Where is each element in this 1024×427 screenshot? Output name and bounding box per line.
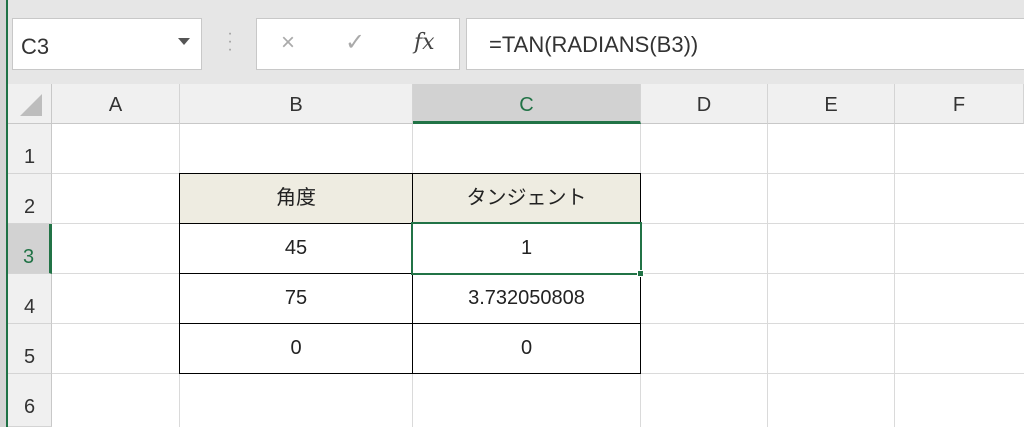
row-header-2[interactable]: 2 xyxy=(8,174,52,224)
active-cell-selection xyxy=(411,222,642,275)
formula-input[interactable]: =TAN(RADIANS(B3)) xyxy=(466,18,1024,70)
insert-function-icon[interactable]: fx xyxy=(414,28,435,58)
cell-b2[interactable]: 角度 xyxy=(180,174,412,223)
formula-text: =TAN(RADIANS(B3)) xyxy=(489,32,699,57)
column-header-b[interactable]: B xyxy=(180,84,413,124)
row-header-1[interactable]: 1 xyxy=(8,124,52,174)
table-border xyxy=(179,173,641,174)
table-border xyxy=(179,373,641,374)
cell-c2[interactable]: タンジェント xyxy=(413,174,640,223)
cancel-icon[interactable]: × xyxy=(281,28,295,58)
cell-b5[interactable]: 0 xyxy=(180,324,412,373)
cell-c4[interactable]: 3.732050808 xyxy=(413,274,640,323)
column-header-f[interactable]: F xyxy=(895,84,1024,124)
drag-handle-icon[interactable]: · · · xyxy=(225,26,235,60)
worksheet-grid[interactable]: A B C D E F 1 2 3 4 5 6 角度 タンジェント 45 1 7… xyxy=(8,84,1024,427)
column-header-a[interactable]: A xyxy=(52,84,180,124)
column-header-c[interactable]: C xyxy=(413,84,641,124)
name-box[interactable]: C3 xyxy=(12,18,202,70)
table-border xyxy=(179,323,641,324)
name-box-value: C3 xyxy=(21,34,50,59)
cell-c5[interactable]: 0 xyxy=(413,324,640,373)
row-header-6[interactable]: 6 xyxy=(8,374,52,427)
cell-b4[interactable]: 75 xyxy=(180,274,412,323)
column-header-d[interactable]: D xyxy=(641,84,768,124)
row-header-4[interactable]: 4 xyxy=(8,274,52,324)
cell-b3[interactable]: 45 xyxy=(180,224,412,273)
row-header-5[interactable]: 5 xyxy=(8,324,52,374)
enter-icon[interactable]: ✓ xyxy=(345,28,365,58)
fill-handle[interactable] xyxy=(637,270,644,277)
select-all-icon xyxy=(20,94,42,116)
name-box-dropdown-icon[interactable] xyxy=(178,38,190,45)
row-header-3[interactable]: 3 xyxy=(8,224,52,274)
gridline xyxy=(767,124,768,427)
column-header-e[interactable]: E xyxy=(768,84,895,124)
gridline xyxy=(894,124,895,427)
table-border xyxy=(179,173,180,374)
